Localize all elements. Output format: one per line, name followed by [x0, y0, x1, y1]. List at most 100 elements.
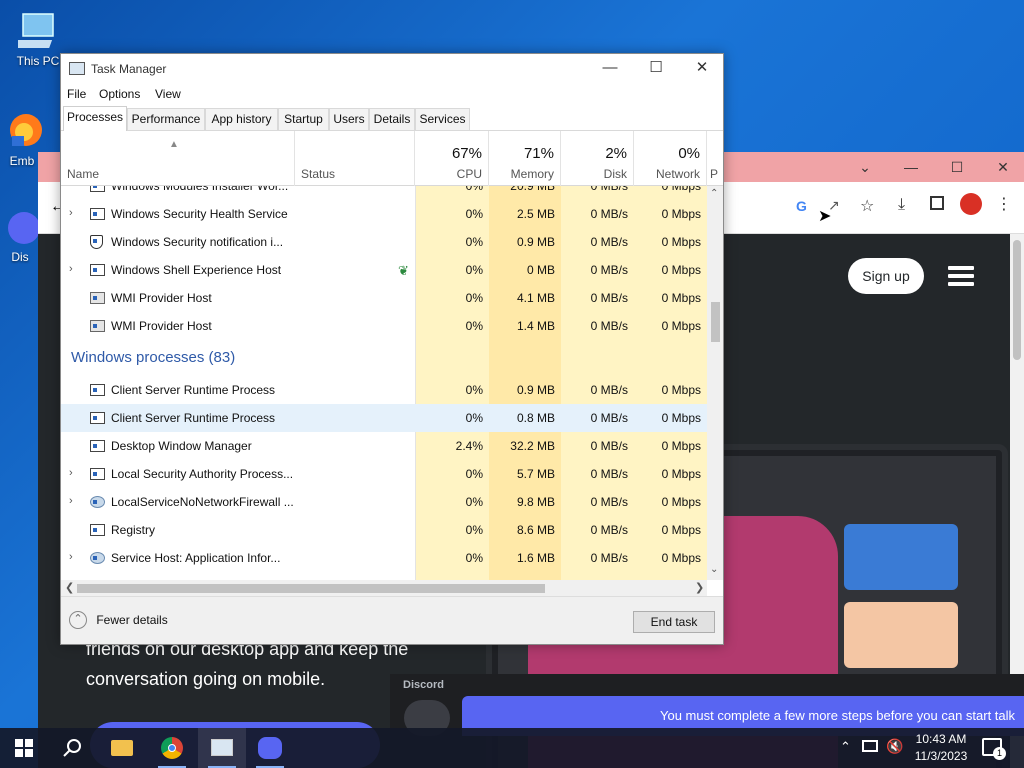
browser-tab-dropdown-icon[interactable]: ⌄	[842, 152, 888, 182]
disk-cell: 0 MB/s	[590, 319, 628, 333]
vertical-scroll-thumb[interactable]	[711, 302, 720, 342]
expand-chevron-icon[interactable]: ›	[69, 496, 77, 507]
tab-users[interactable]: Users	[329, 108, 369, 130]
desktop-icon-discord[interactable]: Dis	[0, 208, 40, 264]
column-network[interactable]: 0% Network	[634, 131, 707, 186]
cpu-cell: 0%	[465, 383, 483, 397]
column-disk[interactable]: 2% Disk	[561, 131, 634, 186]
side-panel-icon[interactable]	[930, 196, 944, 210]
cpu-cell: 0%	[465, 235, 483, 249]
browser-menu-icon[interactable]: ⋮	[996, 194, 1012, 214]
scroll-right-arrow-icon[interactable]: ❯	[695, 581, 704, 594]
mouse-cursor-icon: ➤	[818, 208, 832, 225]
minimize-button[interactable]: —	[587, 54, 633, 84]
table-row[interactable]: Registry 0% 8.6 MB 0 MB/s 0 Mbps	[61, 516, 707, 544]
download-icon[interactable]: ⤓	[898, 196, 905, 214]
bookmark-star-icon[interactable]: ☆	[860, 196, 874, 216]
group-header-windows-processes[interactable]: Windows processes (83)	[61, 340, 707, 376]
expand-chevron-icon[interactable]: ›	[69, 468, 77, 479]
group-title: Windows processes (83)	[71, 349, 236, 366]
tray-chevron-up-icon[interactable]: ⌃	[840, 739, 851, 755]
desktop-icon-label: This PC	[16, 54, 60, 68]
end-task-button[interactable]: End task	[633, 611, 715, 633]
google-icon[interactable]: G	[796, 198, 807, 214]
tab-startup[interactable]: Startup	[278, 108, 329, 130]
vertical-scrollbar[interactable]: ⌃ ⌄	[707, 186, 723, 580]
discord-desktop-icon	[8, 212, 40, 244]
fewer-details-button[interactable]: ⌃ Fewer details	[69, 611, 168, 631]
table-row[interactable]: Client Server Runtime Process 0% 0.9 MB 0 M…	[61, 376, 707, 404]
search-button[interactable]	[48, 728, 96, 768]
clock[interactable]: 10:43 AM 11/3/2023	[910, 731, 972, 765]
tab-app-history[interactable]: App history	[205, 108, 278, 130]
notifications-button[interactable]: 1	[982, 738, 1006, 760]
column-header: ▲ Name Status 67% CPU 71% Memory 2% Disk…	[61, 131, 723, 186]
memory-cell: 1.4 MB	[516, 319, 555, 333]
close-button[interactable]: ✕	[679, 54, 725, 84]
search-icon	[63, 739, 81, 757]
network-cell: 0 Mbps	[661, 383, 701, 397]
table-row[interactable]: Client Server Runtime Process 0% 0.8 MB 0 M…	[61, 404, 707, 432]
cpu-cell: 0%	[465, 186, 483, 193]
disk-cell: 0 MB/s	[590, 439, 628, 453]
task-manager-icon	[69, 62, 85, 75]
column-status[interactable]: Status	[295, 131, 415, 186]
column-power[interactable]: P	[707, 131, 723, 186]
menu-view[interactable]: View	[155, 87, 181, 101]
start-button[interactable]	[0, 728, 48, 768]
tab-services[interactable]: Services	[415, 108, 470, 130]
table-row[interactable]: Windows Modules Installer Wor... 0% 20.9 M…	[61, 186, 707, 200]
horizontal-scrollbar[interactable]: ❮ ❯	[61, 580, 707, 596]
hamburger-menu-icon[interactable]	[948, 266, 974, 286]
browser-minimize-button[interactable]: —	[888, 152, 934, 182]
desktop-icon-this-pc[interactable]: This PC	[8, 10, 68, 68]
gear-icon	[90, 496, 105, 508]
table-row[interactable]: › Windows Shell Experience Host ❦ 0% 0 MB 0 M…	[61, 256, 707, 284]
tab-details[interactable]: Details	[369, 108, 415, 130]
tab-processes[interactable]: Processes	[63, 106, 127, 131]
sort-ascending-icon: ▲	[169, 139, 179, 150]
disk-cell: 0 MB/s	[590, 383, 628, 397]
column-name[interactable]: ▲ Name	[61, 131, 295, 186]
column-cpu[interactable]: 67% CPU	[415, 131, 489, 186]
memory-cell: 0.9 MB	[516, 235, 555, 249]
cpu-cell: 0%	[465, 291, 483, 305]
process-name: Client Server Runtime Process	[111, 411, 276, 425]
scroll-left-arrow-icon[interactable]: ❮	[65, 581, 74, 594]
table-row[interactable]: › LocalServiceNoNetworkFirewall ... 0% 9.8 …	[61, 488, 707, 516]
tab-performance[interactable]: Performance	[127, 108, 205, 130]
browser-close-button[interactable]: ✕	[980, 152, 1024, 182]
discord-taskbar-button[interactable]	[246, 728, 294, 768]
scroll-up-arrow-icon[interactable]: ⌃	[710, 188, 718, 199]
task-manager-taskbar-button[interactable]	[198, 728, 246, 768]
profile-avatar-icon[interactable]	[960, 193, 982, 215]
process-name: Registry	[111, 523, 156, 537]
network-icon[interactable]	[862, 740, 878, 752]
process-icon	[90, 524, 105, 536]
maximize-button[interactable]: ☐	[633, 54, 679, 84]
table-row[interactable]: Windows Security notification i... 0% 0.9 …	[61, 228, 707, 256]
table-row[interactable]: › Service Host: Application Infor... 0% 1.6…	[61, 544, 707, 572]
cpu-cell: 0%	[465, 551, 483, 565]
network-cell: 0 Mbps	[661, 291, 701, 305]
sign-up-button[interactable]: Sign up	[848, 258, 924, 294]
expand-chevron-icon[interactable]: ›	[69, 552, 77, 563]
table-row[interactable]: WMI Provider Host 0% 1.4 MB 0 MB/s 0 Mbps	[61, 312, 707, 340]
column-memory[interactable]: 71% Memory	[489, 131, 561, 186]
expand-chevron-icon[interactable]: ›	[69, 264, 77, 275]
avatar-card-straw-hat	[844, 524, 958, 590]
volume-muted-icon[interactable]: 🔇	[886, 738, 903, 755]
menu-options[interactable]: Options	[99, 87, 140, 101]
network-cell: 0 Mbps	[661, 551, 701, 565]
chrome-button[interactable]	[148, 728, 196, 768]
table-row[interactable]: WMI Provider Host 0% 4.1 MB 0 MB/s 0 Mbps	[61, 284, 707, 312]
expand-chevron-icon[interactable]: ›	[69, 208, 77, 219]
table-row[interactable]: › Local Security Authority Process... 0% 5.…	[61, 460, 707, 488]
table-row[interactable]: Desktop Window Manager 2.4% 32.2 MB 0 MB/s 0…	[61, 432, 707, 460]
menu-file[interactable]: File	[67, 87, 86, 101]
browser-maximize-button[interactable]: ☐	[934, 152, 980, 182]
file-explorer-button[interactable]	[98, 728, 146, 768]
scroll-down-arrow-icon[interactable]: ⌄	[710, 564, 718, 575]
horizontal-scroll-thumb[interactable]	[77, 584, 545, 593]
table-row[interactable]: › Windows Security Health Service 0% 2.5 MB…	[61, 200, 707, 228]
